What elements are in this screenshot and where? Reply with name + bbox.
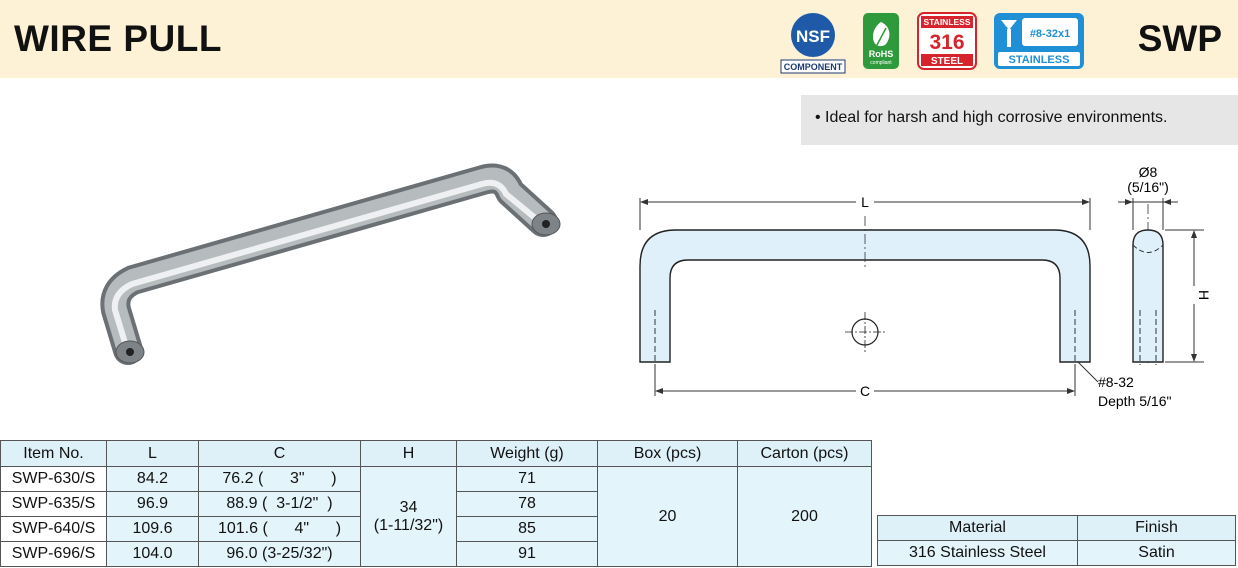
header-L: L (106, 440, 199, 467)
L-cell: 96.9 (106, 491, 199, 517)
header-C: C (198, 440, 361, 467)
spec-header-row: Item No. L C H Weight (g) Box (pcs) Cart… (0, 440, 872, 467)
C-cell: 76.2 ( 3" ) (198, 466, 361, 492)
carton-cell: 200 (737, 466, 872, 567)
nsf-certification-icon: NSF COMPONENT (780, 13, 846, 74)
C-cell: 96.0 (3-25/32") (198, 541, 361, 567)
header-finish: Finish (1077, 515, 1236, 541)
box-cell: 20 (597, 466, 738, 567)
weight-cell: 71 (456, 466, 598, 492)
rohs-compliant-label: compliant (870, 60, 892, 66)
product-code: SWP (1137, 18, 1222, 59)
weight-cell: 91 (456, 541, 598, 567)
weight-cell: 85 (456, 516, 598, 542)
diameter-inch-label: (5/16") (1127, 179, 1169, 195)
badge-stainless-label: STAINLESS (923, 17, 970, 27)
C-cell: 101.6 ( 4" ) (198, 516, 361, 542)
dim-L-label: L (861, 194, 869, 210)
rohs-label: RoHS (869, 49, 894, 59)
badge-316-label: 316 (929, 31, 964, 54)
header-carton: Carton (pcs) (737, 440, 872, 467)
L-cell: 104.0 (106, 541, 199, 567)
header-box: Box (pcs) (597, 440, 738, 467)
thread-label: #8-32 (1098, 374, 1134, 390)
dim-C-label: C (860, 383, 870, 399)
item-no-cell: SWP-696/S (0, 541, 107, 567)
finish-cell: Satin (1077, 540, 1236, 566)
stainless-316-steel-icon: STAINLESS 316 STEEL (917, 12, 977, 70)
header-banner: WIRE PULL NSF COMPONENT RoHS compliant S… (0, 0, 1238, 78)
H-cell: 34 (1-11/32") (360, 466, 457, 567)
feature-note: • Ideal for harsh and high corrosive env… (801, 95, 1238, 145)
weight-cell: 78 (456, 491, 598, 517)
nsf-logo-text: NSF (796, 27, 830, 46)
badge-steel-label: STEEL (931, 56, 963, 67)
header-H: H (360, 440, 457, 467)
technical-drawing: L C #8-32 Depth 5/16" Ø8 (5/16") H (639, 164, 1212, 409)
screw-stainless-label: STAINLESS (1009, 54, 1070, 66)
page-title: WIRE PULL (14, 18, 222, 59)
screw-spec-label: #8-32x1 (1030, 28, 1070, 40)
H-value: 34 (399, 498, 418, 516)
spec-table: Item No. L C H Weight (g) Box (pcs) Cart… (0, 440, 872, 567)
material-cell: 316 Stainless Steel (877, 540, 1078, 566)
L-cell: 84.2 (106, 466, 199, 492)
product-photo (100, 163, 561, 365)
header-material: Material (877, 515, 1078, 541)
rohs-leaf-icon: RoHS compliant (863, 13, 899, 69)
table-row: SWP-630/S 84.2 76.2 ( 3" ) 34 (1-11/32")… (0, 466, 872, 567)
thread-depth-label: Depth 5/16" (1098, 393, 1171, 409)
material-table: Material Finish 316 Stainless Steel Sati… (877, 515, 1236, 566)
stainless-screw-icon: #8-32x1 STAINLESS (994, 13, 1084, 69)
header-weight: Weight (g) (456, 440, 598, 467)
header-item-no: Item No. (0, 440, 107, 467)
item-no-cell: SWP-640/S (0, 516, 107, 542)
diameter-label: Ø8 (1139, 164, 1158, 180)
L-cell: 109.6 (106, 516, 199, 542)
material-header-row: Material Finish (877, 515, 1236, 541)
H-inch-value: (1-11/32") (373, 516, 444, 534)
dim-H-label: H (1196, 290, 1212, 300)
table-row: 316 Stainless Steel Satin (877, 540, 1236, 566)
item-no-cell: SWP-630/S (0, 466, 107, 492)
C-cell: 88.9 ( 3-1/2" ) (198, 491, 361, 517)
item-no-cell: SWP-635/S (0, 491, 107, 517)
nsf-component-label: COMPONENT (784, 62, 843, 72)
